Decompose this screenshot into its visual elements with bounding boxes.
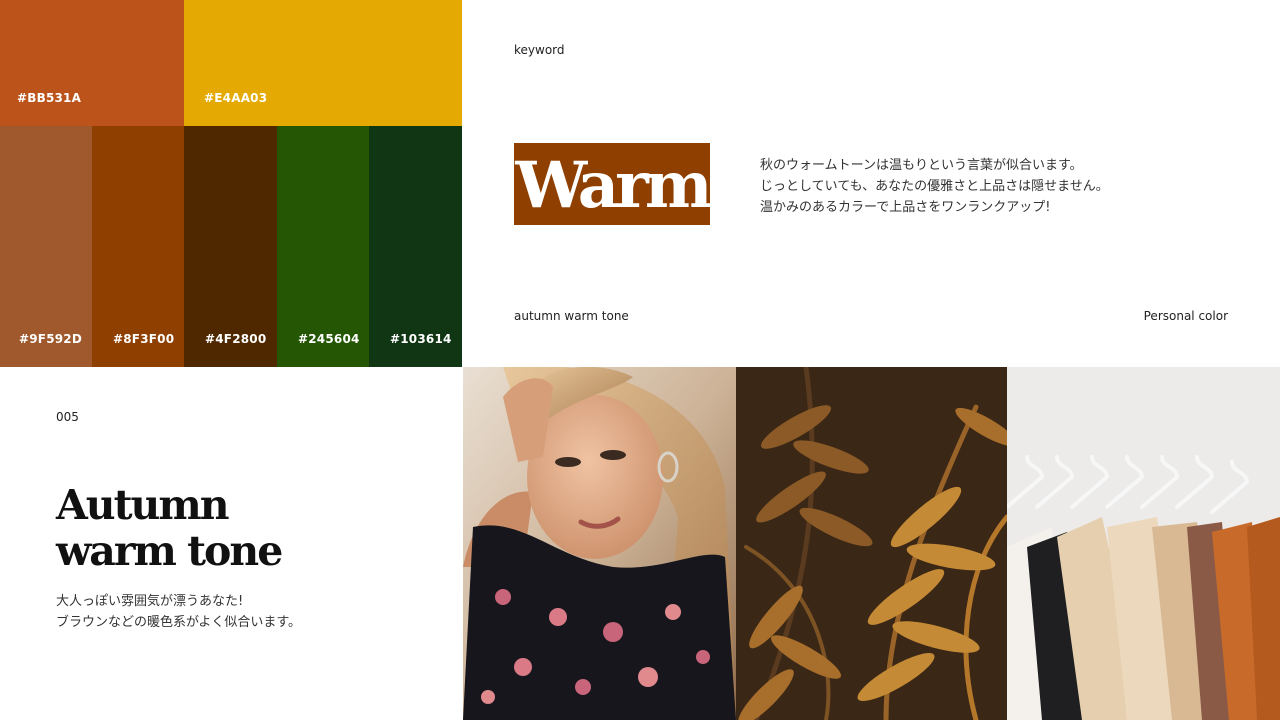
page-title-line: warm tone xyxy=(56,527,283,575)
clothing-rack-photo xyxy=(1007,367,1280,720)
footer-subtitle: autumn warm tone xyxy=(514,309,629,323)
keyword-badge: Warm xyxy=(514,143,710,225)
swatch-4f2800: #4F2800 xyxy=(184,126,277,367)
swatch-hex-label: #4F2800 xyxy=(205,332,267,346)
page-title-line: Autumn xyxy=(56,481,230,529)
swatch-hex-label: #E4AA03 xyxy=(204,91,268,105)
swatch-e4aa03: #E4AA03 xyxy=(184,0,462,126)
fern-photo xyxy=(736,367,1007,720)
keyword-description: 秋のウォームトーンは温もりという言葉が似合います。 じっとしていても、あなたの優… xyxy=(760,155,1109,218)
keyword-description-line: 秋のウォームトーンは温もりという言葉が似合います。 xyxy=(760,158,1083,173)
swatch-hex-label: #9F592D xyxy=(19,332,83,346)
swatch-8f3f00: #8F3F00 xyxy=(92,126,184,367)
title-description: 大人っぽい雰囲気が漂うあなた! ブラウンなどの暖色系がよく似合います。 xyxy=(56,591,301,633)
keyword-label: keyword xyxy=(514,43,565,57)
page-number: 005 xyxy=(56,410,79,424)
keyword-description-line: じっとしていても、あなたの優雅さと上品さは隠せません。 xyxy=(760,179,1109,194)
swatch-245604: #245604 xyxy=(277,126,369,367)
keyword-word: Warm xyxy=(515,148,710,223)
swatch-103614: #103614 xyxy=(369,126,462,367)
portrait-photo xyxy=(463,367,736,720)
swatch-hex-label: #BB531A xyxy=(17,91,82,105)
page-title: Autumn warm tone xyxy=(56,481,283,575)
swatch-bb531a: #BB531A xyxy=(0,0,184,126)
keyword-description-line: 温かみのあるカラーで上品さをワンランクアップ! xyxy=(760,200,1051,215)
title-description-line: 大人っぽい雰囲気が漂うあなた! xyxy=(56,594,244,609)
title-description-line: ブラウンなどの暖色系がよく似合います。 xyxy=(56,615,302,630)
swatch-hex-label: #103614 xyxy=(390,332,452,346)
swatch-hex-label: #245604 xyxy=(298,332,360,346)
swatch-hex-label: #8F3F00 xyxy=(113,332,175,346)
swatch-9f592d: #9F592D xyxy=(0,126,92,367)
footer-category: Personal color xyxy=(1143,309,1228,323)
